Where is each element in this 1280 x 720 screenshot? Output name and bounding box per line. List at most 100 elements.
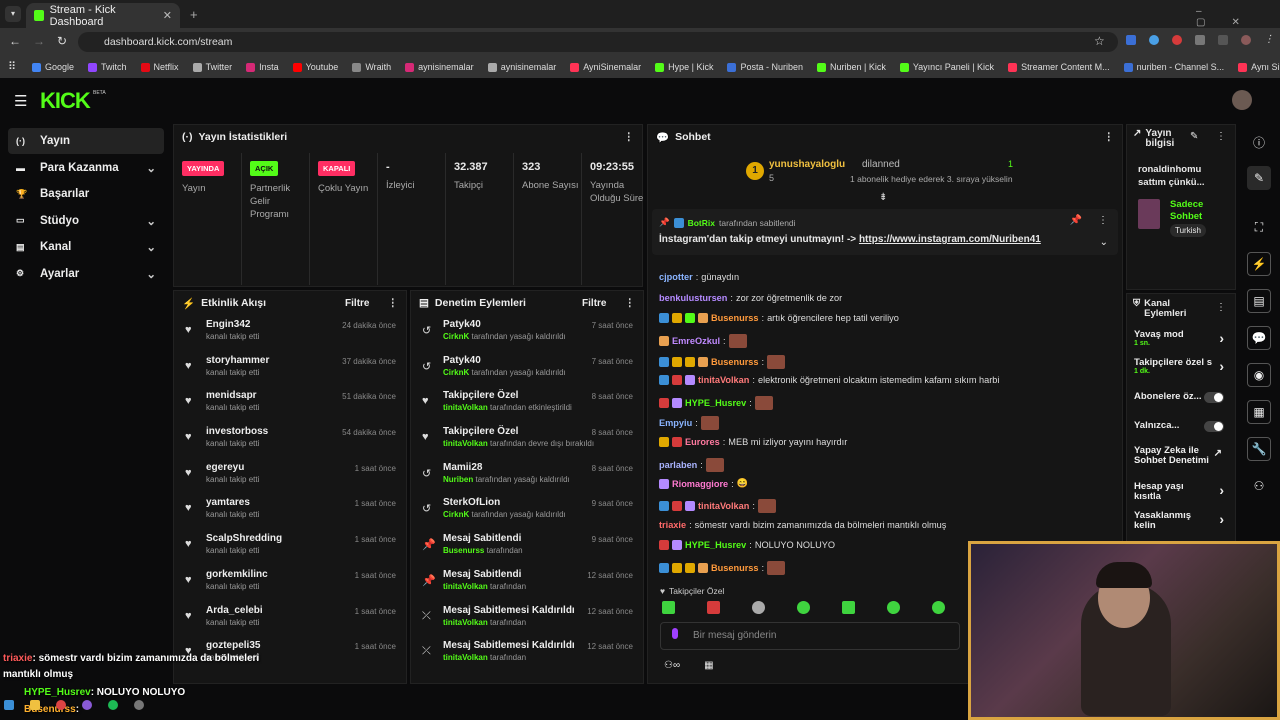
bookmark-item[interactable]: Aynı Sinemalar - Ça... <box>1238 62 1280 72</box>
emote-icon[interactable] <box>707 601 720 614</box>
list-item[interactable]: ↺ Patyk40 CirknK tarafından yasağı kaldırı… <box>411 315 643 351</box>
chat-message[interactable]: Busenurss: <box>659 561 786 575</box>
scroll-down-icon[interactable]: ⇟ <box>879 192 887 203</box>
pinned-by-user[interactable]: BotRix <box>688 218 715 228</box>
moderator-name[interactable]: Nuriben <box>443 475 473 484</box>
apps-icon[interactable]: ⠿ <box>8 60 16 73</box>
profile-icon[interactable] <box>1241 35 1251 45</box>
gift-recipient[interactable]: dilanned <box>862 159 900 170</box>
expand-icon[interactable]: ⌄ <box>1100 237 1108 248</box>
clipboard-rail-icon[interactable]: ▤ <box>1247 289 1271 313</box>
chat-username[interactable]: tinitaVolkan <box>698 375 749 385</box>
extension-icons[interactable]: ⋮ <box>1126 35 1274 45</box>
category-name[interactable]: Sadece Sohbet <box>1170 199 1220 223</box>
edit-icon[interactable]: ✎ <box>1190 131 1198 142</box>
sidebar-item-4[interactable]: ▤ Kanal ⌄ <box>8 234 164 260</box>
close-tab-icon[interactable]: ✕ <box>163 9 172 22</box>
forward-icon[interactable]: → <box>33 34 45 48</box>
bookmark-item[interactable]: Netflix <box>140 62 179 72</box>
reload-icon[interactable]: ↻ <box>57 34 67 48</box>
globe-extension-icon[interactable] <box>1149 35 1159 45</box>
chat-more-icon[interactable]: ⋮ <box>1104 131 1115 143</box>
info-circle-icon[interactable]: ⓘ <box>1247 130 1271 154</box>
list-item[interactable]: ↺ SterkOfLion CirknK tarafından yasağı kal… <box>411 493 643 529</box>
sidebar-item-1[interactable]: ▬ Para Kazanma ⌄ <box>8 155 164 181</box>
moderator-name[interactable]: CirknK <box>443 510 469 519</box>
sidebar-item-2[interactable]: 🏆 Başarılar <box>8 181 164 207</box>
bookmark-item[interactable]: Hype | Kick <box>655 62 713 72</box>
moderator-name[interactable]: tinitaVolkan <box>443 403 488 412</box>
chat-input[interactable]: Bir mesaj gönderin <box>660 622 960 650</box>
spotify-icon[interactable] <box>108 700 118 710</box>
users-icon[interactable]: ⚇∞ <box>664 660 680 671</box>
bookmark-item[interactable]: Streamer Content M... <box>1008 62 1110 72</box>
list-item[interactable]: ♥ egereyu kanalı takip etti 1 saat önce <box>174 458 406 494</box>
actions-more-icon[interactable]: ⋮ <box>1216 302 1226 313</box>
star-icon[interactable]: ☆ <box>1094 34 1105 48</box>
browser-tab[interactable]: Stream - Kick Dashboard ✕ <box>26 3 180 28</box>
pencil-icon[interactable]: ✎ <box>1247 166 1271 190</box>
discord-icon[interactable] <box>82 700 92 710</box>
sidebar-item-5[interactable]: ⚙ Ayarlar ⌄ <box>8 261 164 287</box>
channel-action-item[interactable]: Yapay Zeka ile Sohbet Denetimi ↗ <box>1134 446 1230 466</box>
wrench-icon[interactable]: 🔧 <box>1247 437 1271 461</box>
chat-username[interactable]: Busenurss <box>711 313 759 323</box>
bookmark-item[interactable]: Wraith <box>352 62 391 72</box>
info-more-icon[interactable]: ⋮ <box>1216 131 1226 142</box>
avatar[interactable] <box>1232 90 1252 110</box>
channel-action-item[interactable]: Takipçilere özel s1 dk. › <box>1134 358 1230 376</box>
chat-message[interactable]: Eurores: MEB mi izliyor yayını hayırdır <box>659 437 847 447</box>
chrome-icon[interactable] <box>56 700 66 710</box>
emote-icon[interactable] <box>752 601 765 614</box>
sidebar-item-3[interactable]: ▭ Stüdyo ⌄ <box>8 208 164 234</box>
chat-message[interactable]: cjpotter: günaydın <box>659 272 739 282</box>
chat-username[interactable]: Busenurss <box>711 563 759 573</box>
chat-username[interactable]: HYPE_Husrev <box>685 398 746 408</box>
pinned-link[interactable]: https://www.instagram.com/Nuriben41 <box>859 234 1041 245</box>
mod-filter-button[interactable]: Filtre <box>582 298 606 309</box>
menu-icon[interactable]: ⋮ <box>1264 35 1274 45</box>
list-item[interactable]: ♥ Takipçilere Özel tinitaVolkan tarafından… <box>411 422 643 458</box>
emote-icon[interactable] <box>662 601 675 614</box>
chat-message[interactable]: Empyiu: <box>659 416 719 430</box>
share-icon[interactable]: ⚇ <box>1247 474 1271 498</box>
chat-message[interactable]: parlaben: <box>659 458 724 472</box>
chat-message[interactable]: tinitaVolkan: <box>659 499 776 513</box>
moderator-name[interactable]: tinitaVolkan <box>443 618 488 627</box>
feed-more-icon[interactable]: ⋮ <box>388 297 399 309</box>
list-item[interactable]: ↺ Patyk40 CirknK tarafından yasağı kaldırı… <box>411 351 643 387</box>
folder-icon[interactable] <box>30 700 40 710</box>
chat-message[interactable]: Busenurss: artık öğrencilere hep tatil ve… <box>659 313 899 323</box>
chat-rail-icon[interactable]: 💬 <box>1247 326 1271 350</box>
bookmark-item[interactable]: Posta - Nuriben <box>727 62 803 72</box>
sidebar-icon[interactable] <box>1218 35 1228 45</box>
chat-username[interactable]: EmreOzkul <box>672 336 720 346</box>
list-item[interactable]: ↺ Mamii28 Nuriben tarafından yasağı kaldır… <box>411 458 643 494</box>
hamburger-icon[interactable]: ☰ <box>14 92 27 110</box>
bookmark-item[interactable]: Yayıncı Paneli | Kick <box>899 62 994 72</box>
bookmark-item[interactable]: AyniSinemalar <box>570 62 641 72</box>
gift-user[interactable]: yunushayaloglu <box>769 159 845 170</box>
chat-username[interactable]: Eurores <box>685 437 720 447</box>
chat-message[interactable]: HYPE_Husrev: NOLUYO NOLUYO <box>659 540 835 550</box>
emote-icon[interactable] <box>932 601 945 614</box>
stats-more-icon[interactable]: ⋮ <box>624 131 635 143</box>
url-field[interactable]: dashboard.kick.com/stream <box>78 32 1118 52</box>
red-extension-icon[interactable] <box>1172 35 1182 45</box>
chat-message[interactable]: HYPE_Husrev: <box>659 396 773 410</box>
feed-filter-button[interactable]: Filtre <box>345 298 369 309</box>
channel-action-item[interactable]: Yavaş mod 1 sn. › <box>1134 330 1230 348</box>
pin-more-icon[interactable]: ⋮ <box>1098 215 1108 226</box>
toggle-switch[interactable] <box>1204 392 1224 403</box>
chat-username[interactable]: triaxie <box>659 520 686 530</box>
channel-action-item[interactable]: Hesap yaşı kısıtla › <box>1134 482 1230 502</box>
emote-icon[interactable] <box>842 601 855 614</box>
toggle-switch[interactable] <box>1204 421 1224 432</box>
chat-message[interactable]: Riomaggiore: 😄 <box>659 478 748 489</box>
kick-logo[interactable]: KICK <box>40 88 91 114</box>
back-icon[interactable]: ← <box>9 34 21 48</box>
list-item[interactable]: 📌 Mesaj Sabitlendi tinitaVolkan tarafından… <box>411 565 643 601</box>
category-thumbnail[interactable] <box>1138 199 1160 229</box>
bookmark-item[interactable]: Google <box>32 62 74 72</box>
tab-list-button[interactable]: ▾ <box>5 6 21 22</box>
